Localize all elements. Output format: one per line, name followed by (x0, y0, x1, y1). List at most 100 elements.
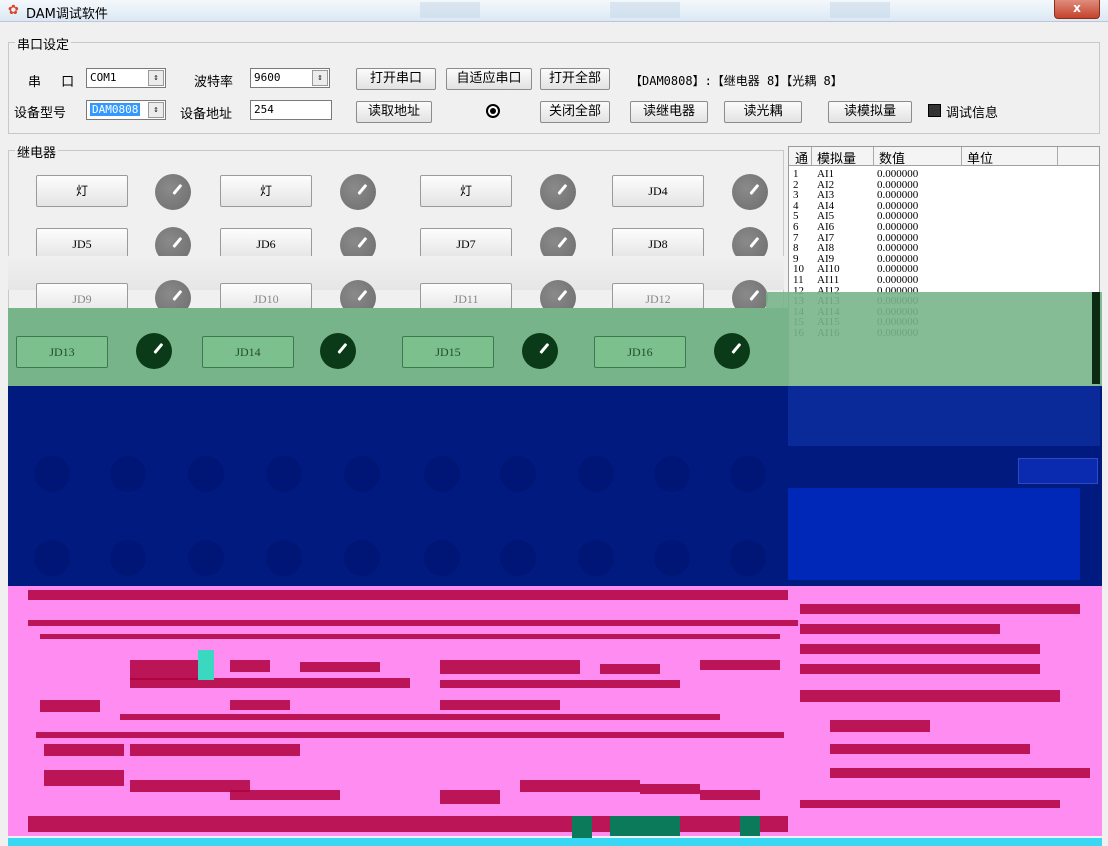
address-label: 设备地址 (180, 107, 233, 122)
close-all-button[interactable]: 关闭全部 (540, 101, 610, 123)
glitch-bar (800, 644, 1040, 654)
optocoupler-lamp-icon (730, 540, 766, 576)
glitch-bar (40, 700, 100, 712)
navy-button-shape[interactable] (1018, 458, 1098, 484)
glitch-bar (28, 590, 788, 600)
col-header-channel[interactable]: 通 (795, 148, 808, 167)
table-row[interactable]: 7 AI7 0.000000 (789, 232, 1099, 244)
read-analog-button[interactable]: 读模拟量 (828, 101, 912, 123)
debug-checkbox[interactable] (928, 104, 941, 117)
glitch-bar (800, 604, 1080, 614)
baud-label: 波特率 (194, 75, 234, 90)
serial-group-title: 串口设定 (15, 34, 72, 53)
relay-button-4[interactable]: JD4 (612, 175, 704, 207)
address-input[interactable]: 254 (250, 100, 332, 120)
glitch-bar (600, 664, 660, 674)
optocoupler-lamp-icon (500, 540, 536, 576)
glitch-bar (230, 660, 270, 672)
open-all-button[interactable]: 打开全部 (540, 68, 610, 90)
glitch-bar (800, 800, 1060, 808)
glitch-bar (640, 784, 700, 794)
optocoupler-lamp-icon (110, 540, 146, 576)
optocoupler-lamp-icon (730, 456, 766, 492)
adaptive-port-button[interactable]: 自适应串口 (446, 68, 532, 90)
baud-select[interactable]: 9600 ⇕ (250, 68, 330, 88)
glitch-bar (830, 768, 1090, 778)
titlebar-decoration (420, 2, 480, 18)
optocoupler-lamp-icon (654, 540, 690, 576)
glitch-bar (440, 680, 680, 688)
relay-lamp-4-icon (732, 174, 768, 210)
table-row[interactable]: 4 AI4 0.000000 (789, 200, 1099, 212)
col-header-unit[interactable]: 单位 (967, 148, 993, 167)
col-header-value[interactable]: 数值 (879, 148, 905, 167)
table-scrollbar-dark (1092, 292, 1100, 384)
optocoupler-lamp-icon (188, 456, 224, 492)
table-row[interactable]: 2 AI2 0.000000 (789, 179, 1099, 191)
device-info-text: 【DAM0808】:【继电器 8】【光耦 8】 (630, 74, 843, 88)
glitch-bar (830, 744, 1030, 754)
titlebar-decoration (610, 2, 680, 18)
glitch-bar (610, 816, 680, 836)
glitch-bar (440, 790, 500, 804)
glitch-bar (198, 650, 214, 680)
dropdown-arrow-icon[interactable]: ⇕ (312, 70, 328, 86)
table-row[interactable]: 5 AI5 0.000000 (789, 211, 1099, 222)
table-row[interactable]: 6 AI6 0.000000 (789, 222, 1099, 233)
glitch-bar (830, 720, 930, 732)
glitch-bar (300, 662, 380, 672)
optocoupler-lamp-icon (34, 456, 70, 492)
glitch-bar (36, 732, 784, 738)
read-optocoupler-button[interactable]: 读光耦 (724, 101, 802, 123)
relay-button-13[interactable]: JD13 (16, 336, 108, 368)
glitch-bar (40, 634, 780, 639)
port-select[interactable]: COM1 ⇕ (86, 68, 166, 88)
relay-lamp-1-icon (155, 174, 191, 210)
table-row[interactable]: 1 AI1 0.000000 (789, 169, 1099, 180)
optocoupler-lamp-icon (578, 456, 614, 492)
model-label: 设备型号 (14, 106, 67, 121)
optocoupler-lamp-icon (266, 540, 302, 576)
relay-button-3[interactable]: 灯 (420, 175, 512, 207)
table-row[interactable]: 8 AI8 0.000000 (789, 243, 1099, 254)
optocoupler-lamp-icon (188, 540, 224, 576)
optocoupler-lamp-icon (654, 456, 690, 492)
optocoupler-lamp-icon (266, 456, 302, 492)
relay-lamp-16-icon (714, 333, 750, 369)
glitch-bar (230, 700, 290, 710)
open-port-button[interactable]: 打开串口 (356, 68, 436, 90)
relay-lamp-15-icon (522, 333, 558, 369)
analog-table-header: 通 模拟量 数值 单位 (789, 147, 1099, 167)
relay-button-2[interactable]: 灯 (220, 175, 312, 207)
green-tint-band-table (766, 292, 1102, 386)
glitch-bar (800, 664, 920, 674)
debug-label: 调试信息 (946, 106, 999, 121)
table-row[interactable]: 3 AI3 0.000000 (789, 190, 1099, 201)
glitch-bar (700, 790, 760, 800)
close-button[interactable]: x (1054, 0, 1100, 19)
title-bar: ✿ DAM调试软件 x (0, 0, 1108, 22)
optocoupler-lamp-icon (424, 456, 460, 492)
titlebar-decoration (830, 2, 890, 18)
glitch-bar (920, 664, 1040, 674)
glitch-bar (740, 816, 760, 836)
col-header-name[interactable]: 模拟量 (817, 148, 856, 167)
read-address-button[interactable]: 读取地址 (356, 101, 432, 123)
relay-button-14[interactable]: JD14 (202, 336, 294, 368)
glitch-bar (572, 816, 592, 838)
relay-group-title: 继电器 (15, 142, 59, 161)
glitch-bar (800, 690, 1060, 702)
glitch-bar (28, 620, 798, 626)
dropdown-arrow-icon[interactable]: ⇕ (148, 102, 164, 118)
glitch-bar (130, 744, 300, 756)
optocoupler-lamp-icon (424, 540, 460, 576)
relay-button-16[interactable]: JD16 (594, 336, 686, 368)
glitch-bar (230, 790, 340, 800)
relay-button-15[interactable]: JD15 (402, 336, 494, 368)
model-select[interactable]: DAM0808 ⇕ (86, 100, 166, 120)
status-radio[interactable] (486, 104, 500, 118)
dropdown-arrow-icon[interactable]: ⇕ (148, 70, 164, 86)
relay-button-1[interactable]: 灯 (36, 175, 128, 207)
glitch-bar (440, 700, 560, 710)
read-relay-button[interactable]: 读继电器 (630, 101, 708, 123)
